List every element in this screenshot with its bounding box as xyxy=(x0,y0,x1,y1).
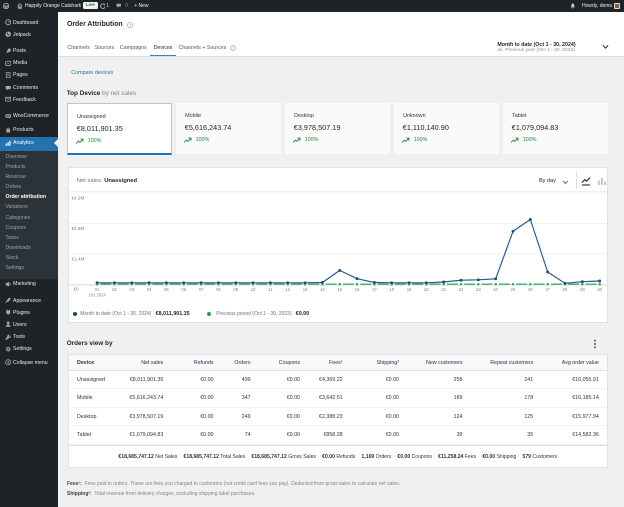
svg-text:14: 14 xyxy=(320,287,325,292)
svg-text:21: 21 xyxy=(441,287,446,292)
svg-text:13: 13 xyxy=(302,287,307,292)
svg-text:11: 11 xyxy=(268,287,273,292)
svg-text:26: 26 xyxy=(528,287,533,292)
svg-text:06: 06 xyxy=(181,287,186,292)
svg-text:22: 22 xyxy=(458,287,463,292)
svg-text:07: 07 xyxy=(198,287,203,292)
svg-text:28: 28 xyxy=(562,287,567,292)
svg-text:02: 02 xyxy=(112,287,117,292)
svg-text:10: 10 xyxy=(250,287,255,292)
svg-text:01: 01 xyxy=(94,287,99,292)
svg-text:30: 30 xyxy=(597,287,602,292)
svg-text:03: 03 xyxy=(129,287,134,292)
svg-text:15: 15 xyxy=(337,287,342,292)
svg-text:04: 04 xyxy=(146,287,151,292)
svg-text:25: 25 xyxy=(510,287,515,292)
svg-text:€4.2M: €4.2M xyxy=(71,195,84,200)
svg-text:€2.8M: €2.8M xyxy=(71,226,84,231)
svg-text:05: 05 xyxy=(164,287,169,292)
svg-text:€0: €0 xyxy=(73,286,79,291)
svg-text:29: 29 xyxy=(580,287,585,292)
svg-text:08: 08 xyxy=(216,287,221,292)
svg-text:18: 18 xyxy=(389,287,394,292)
svg-text:19: 19 xyxy=(406,287,411,292)
svg-text:27: 27 xyxy=(545,287,550,292)
svg-text:12: 12 xyxy=(285,287,290,292)
svg-text:09: 09 xyxy=(233,287,238,292)
svg-text:17: 17 xyxy=(372,287,377,292)
svg-text:24: 24 xyxy=(493,287,498,292)
svg-text:16: 16 xyxy=(354,287,359,292)
svg-text:23: 23 xyxy=(476,287,481,292)
svg-text:€1.4M: €1.4M xyxy=(71,256,84,261)
svg-text:20: 20 xyxy=(424,287,429,292)
svg-text:Oct 2024: Oct 2024 xyxy=(88,293,106,298)
